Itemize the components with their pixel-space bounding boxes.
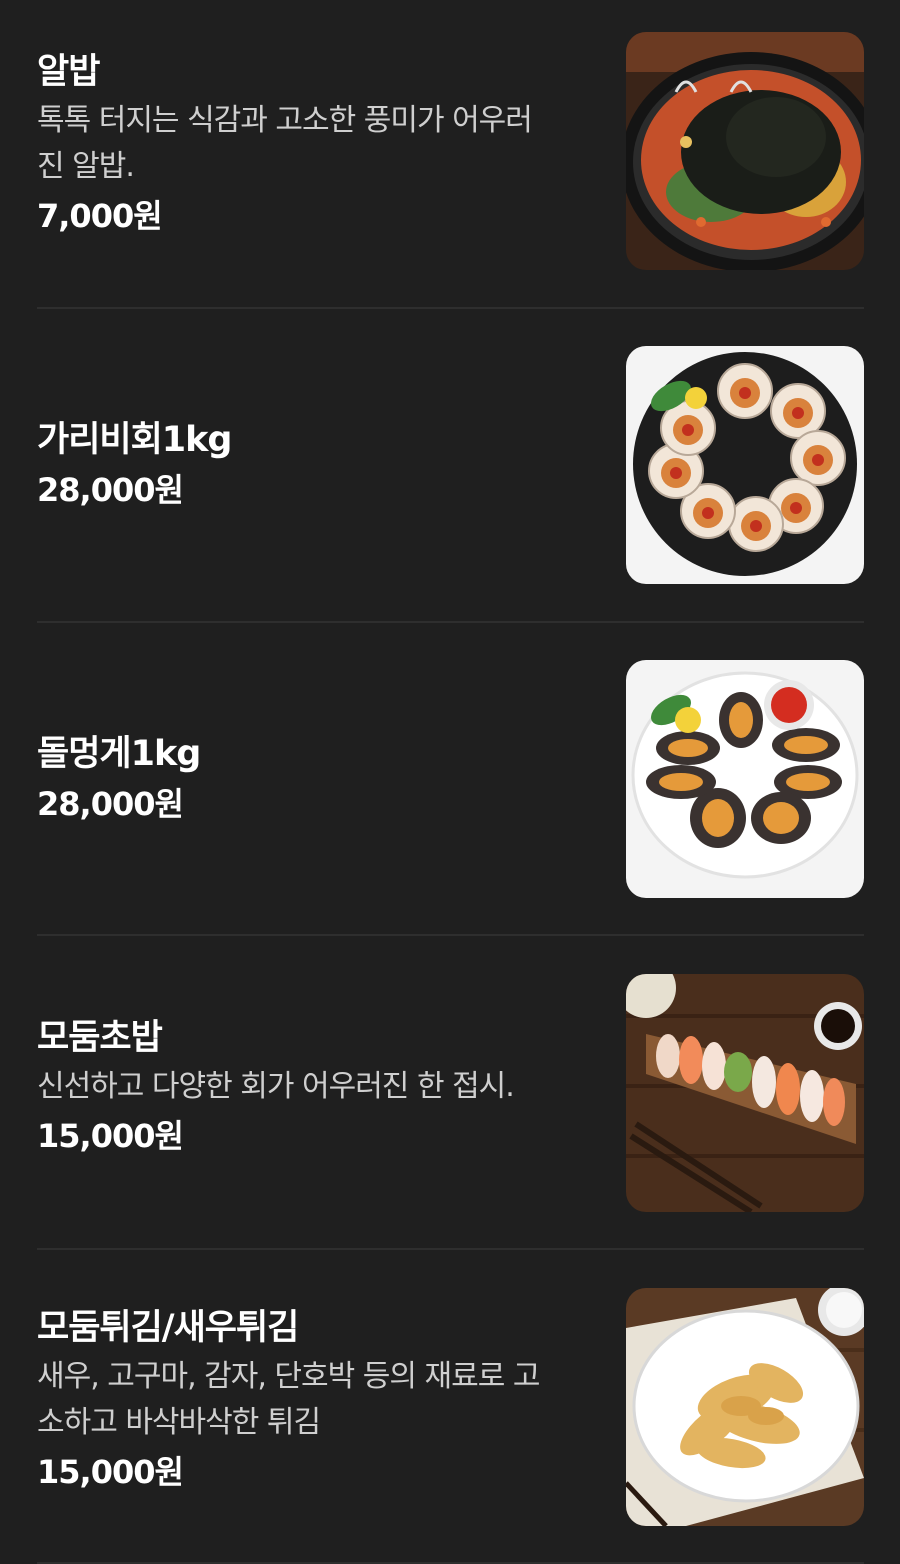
divider [37, 307, 864, 309]
sea-squirt-platter-image[interactable] [626, 660, 864, 898]
rice-bowl-image[interactable] [626, 32, 864, 270]
menu-item-description: 톡톡 터지는 식감과 고소한 풍미가 어우러 진 알밥. [37, 98, 597, 190]
menu-item-info: 알밥 톡톡 터지는 식감과 고소한 풍미가 어우러 진 알밥. 7,000원 [37, 48, 597, 240]
tempura-plate-image[interactable] [626, 1288, 864, 1526]
menu-item-name: 가리비회1kg [37, 420, 232, 460]
menu-item-name: 모둠초밥 [37, 1018, 163, 1058]
menu-item-info: 모둠튀김/새우튀김 새우, 고구마, 감자, 단호박 등의 재료로 고 소하고 … [37, 1304, 597, 1496]
menu-item-sea-squirt[interactable]: 돌멍게1kg 28,000원 [37, 660, 864, 898]
menu-item-info: 모둠초밥 신선하고 다양한 회가 어우러진 한 접시. 15,000원 [37, 1014, 597, 1160]
menu-item-name: 알밥 [37, 52, 100, 92]
menu-item-name: 모둠튀김/새우튀김 [37, 1308, 299, 1348]
divider [37, 1248, 864, 1250]
menu-item-description: 새우, 고구마, 감자, 단호박 등의 재료로 고 소하고 바삭바삭한 튀김 [37, 1354, 597, 1446]
divider [37, 621, 864, 623]
menu-item-description: 신선하고 다양한 회가 어우러진 한 접시. [37, 1064, 597, 1110]
menu-item-price: 15,000원 [37, 1453, 184, 1491]
description-line: 소하고 바삭바삭한 튀김 [37, 1405, 321, 1440]
scallop-platter-image[interactable] [626, 346, 864, 584]
menu-item-info: 가리비회1kg 28,000원 [37, 416, 597, 514]
description-line: 톡톡 터지는 식감과 고소한 풍미가 어우러 [37, 103, 533, 138]
description-line: 진 알밥. [37, 149, 135, 184]
sushi-board-image[interactable] [626, 974, 864, 1212]
menu-item-info: 돌멍게1kg 28,000원 [37, 730, 597, 828]
menu-item-price: 15,000원 [37, 1117, 184, 1155]
menu-item-name: 돌멍게1kg [37, 734, 201, 774]
menu-item-price: 28,000원 [37, 785, 184, 823]
description-line: 새우, 고구마, 감자, 단호박 등의 재료로 고 [37, 1359, 540, 1394]
menu-item-tempura[interactable]: 모둠튀김/새우튀김 새우, 고구마, 감자, 단호박 등의 재료로 고 소하고 … [37, 1288, 864, 1526]
description-line: 신선하고 다양한 회가 어우러진 한 접시. [37, 1069, 515, 1104]
menu-item-albap[interactable]: 알밥 톡톡 터지는 식감과 고소한 풍미가 어우러 진 알밥. 7,000원 [37, 32, 864, 270]
menu-item-sushi[interactable]: 모둠초밥 신선하고 다양한 회가 어우러진 한 접시. 15,000원 [37, 974, 864, 1212]
menu-item-price: 7,000원 [37, 197, 163, 235]
menu-item-scallop[interactable]: 가리비회1kg 28,000원 [37, 346, 864, 584]
divider [37, 934, 864, 936]
menu-list: 알밥 톡톡 터지는 식감과 고소한 풍미가 어우러 진 알밥. 7,000원 가… [0, 0, 900, 1564]
menu-item-price: 28,000원 [37, 471, 184, 509]
